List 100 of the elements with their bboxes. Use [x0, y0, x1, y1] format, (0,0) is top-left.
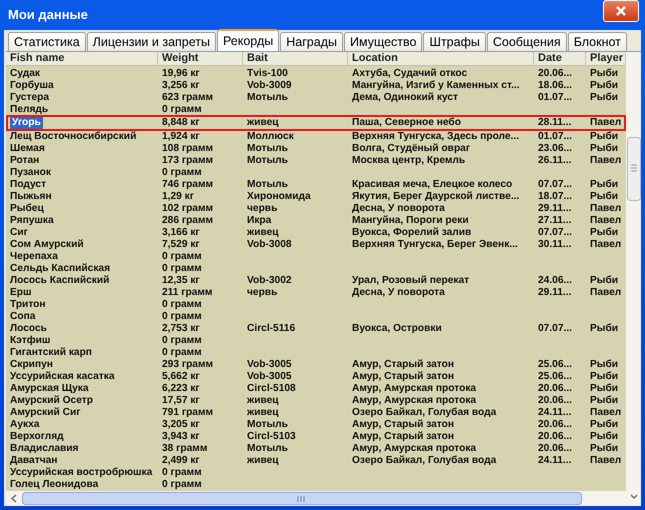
table-cell: 26.11...: [538, 155, 572, 167]
tab[interactable]: Лицензии и запреты: [86, 32, 216, 51]
table-cell: Десна, У поворота: [352, 287, 445, 299]
close-button[interactable]: [603, 0, 639, 22]
table-cell: 102 грамм: [162, 203, 214, 215]
table-cell: 5,662 кг: [162, 371, 200, 383]
table-cell: Амур, Амурская протока: [352, 443, 476, 455]
table-cell: 0 грамм: [162, 299, 202, 311]
table-cell: 01.07...: [538, 92, 572, 104]
table-cell: живец: [247, 455, 279, 467]
table-cell: Уссурийская востробрюшка: [10, 467, 152, 479]
table-cell: 24.11...: [538, 407, 572, 419]
table-cell: 20.06...: [538, 443, 572, 455]
column-header[interactable]: Fish name: [6, 52, 158, 65]
table-cell: Верхогляд: [10, 431, 64, 443]
table-cell: Рыби: [590, 143, 618, 155]
column-header[interactable]: Location: [348, 52, 534, 65]
table-cell: 29.11...: [538, 287, 572, 299]
table-cell: Лещ Восточносибирский: [10, 131, 136, 143]
table-cell: Густера: [10, 92, 50, 104]
table-cell: Волга, Студёный овраг: [352, 143, 470, 155]
table-cell: Сопа: [10, 311, 36, 323]
table-cell: 6,223 кг: [162, 383, 200, 395]
tab[interactable]: Штрафы: [423, 32, 486, 51]
table-cell: Мотыль: [247, 92, 288, 104]
tab[interactable]: Имущество: [344, 32, 422, 51]
table-cell: Павел: [590, 155, 622, 167]
horizontal-scrollbar-thumb[interactable]: [22, 492, 582, 505]
table-cell: Десна, У поворота: [352, 203, 445, 215]
table-cell: Амурская Щука: [10, 383, 89, 395]
table-cell: 746 грамм: [162, 179, 214, 191]
table-cell: 293 грамм: [162, 359, 214, 371]
tab[interactable]: Статистика: [8, 32, 86, 51]
table-cell: Паша, Северное небо: [352, 117, 461, 129]
table-cell: Черепаха: [10, 251, 58, 263]
table-cell: 0 грамм: [162, 467, 202, 479]
table-cell: Рыби: [590, 191, 618, 203]
table-cell: 24.06...: [538, 275, 572, 287]
tab[interactable]: Блокнот: [568, 32, 627, 51]
table-cell: 18.06...: [538, 80, 572, 92]
table-cell: Рыби: [590, 431, 618, 443]
tab[interactable]: Награды: [280, 32, 343, 51]
tab[interactable]: Сообщения: [486, 32, 567, 51]
table-cell: 623 грамм: [162, 92, 214, 104]
table-cell: 3,166 кг: [162, 227, 200, 239]
table-cell: червь: [247, 287, 278, 299]
table-cell: Рыби: [590, 371, 618, 383]
table-cell: Амур, Старый затон: [352, 419, 454, 431]
table-cell: 0 грамм: [162, 347, 202, 359]
table-cell: 3,205 кг: [162, 419, 200, 431]
table-cell: 20.06...: [538, 419, 572, 431]
table-cell: 286 грамм: [162, 215, 214, 227]
table-cell: Хирономида: [247, 191, 311, 203]
table-cell: Якутия, Берег Даурской листве...: [352, 191, 520, 203]
table-cell: 1,924 кг: [162, 131, 200, 143]
table-cell: Мотыль: [247, 155, 288, 167]
table-cell: Рыби: [590, 80, 618, 92]
table-cell: Рыби: [590, 443, 618, 455]
column-header[interactable]: Weight: [158, 52, 243, 65]
table-cell: Гигантский карп: [10, 347, 92, 359]
column-header[interactable]: Date: [534, 52, 586, 65]
selected-row-outline[interactable]: Угорь 8,848 кг живец Паша, Северное небо 28.11... Павел: [6, 115, 626, 131]
table-cell: Амур, Старый затон: [352, 371, 454, 383]
table-cell: Амур, Старый затон: [352, 359, 454, 371]
table-cell: живец: [247, 395, 279, 407]
table-cell: Мангуйна, Изгиб у Каменных ст...: [352, 80, 520, 92]
table-cell: Аукха: [10, 419, 40, 431]
table-cell: 20.06...: [538, 68, 572, 80]
table-cell: Рыбец: [10, 203, 44, 215]
scroll-down-icon[interactable]: [628, 492, 640, 502]
table-cell: Амурский Осетр: [10, 395, 93, 407]
table-cell: Судак: [10, 68, 40, 80]
table-cell: Москва центр, Кремль: [352, 155, 466, 167]
vertical-scrollbar-thumb[interactable]: [626, 137, 640, 201]
table-cell: Мотыль: [247, 443, 288, 455]
column-header[interactable]: Bait: [243, 52, 348, 65]
table-cell: Горбуша: [10, 80, 54, 92]
tab[interactable]: Рекорды: [217, 29, 280, 51]
table-cell: Урал, Розовый перекат: [352, 275, 470, 287]
table-cell: 07.07...: [538, 323, 572, 335]
table-cell: 1,29 кг: [162, 191, 194, 203]
table-cell: Павел: [590, 117, 622, 129]
table-cell: Тритон: [10, 299, 46, 311]
table-cell: Сельдь Каспийская: [10, 263, 110, 275]
table-cell: Пелядь: [10, 104, 48, 116]
table-cell: Tvis-100: [247, 68, 288, 80]
table-cell: 3,943 кг: [162, 431, 200, 443]
table-cell: 28.11...: [538, 117, 572, 129]
table-cell: Vob-3009: [247, 80, 292, 92]
table-cell: 25.06...: [538, 371, 572, 383]
table-cell: 17,57 кг: [162, 395, 200, 407]
table-cell: 18.07...: [538, 191, 572, 203]
table-cell: Павел: [590, 287, 622, 299]
table-cell: Верхняя Тунгуска, Здесь проле...: [352, 131, 520, 143]
table-cell: 24.11...: [538, 455, 572, 467]
table-cell: 0 грамм: [162, 311, 202, 323]
table-cell: 7,529 кг: [162, 239, 200, 251]
table-cell: Рыби: [590, 92, 618, 104]
table-cell: 01.07...: [538, 131, 572, 143]
table-cell: Павел: [590, 407, 622, 419]
